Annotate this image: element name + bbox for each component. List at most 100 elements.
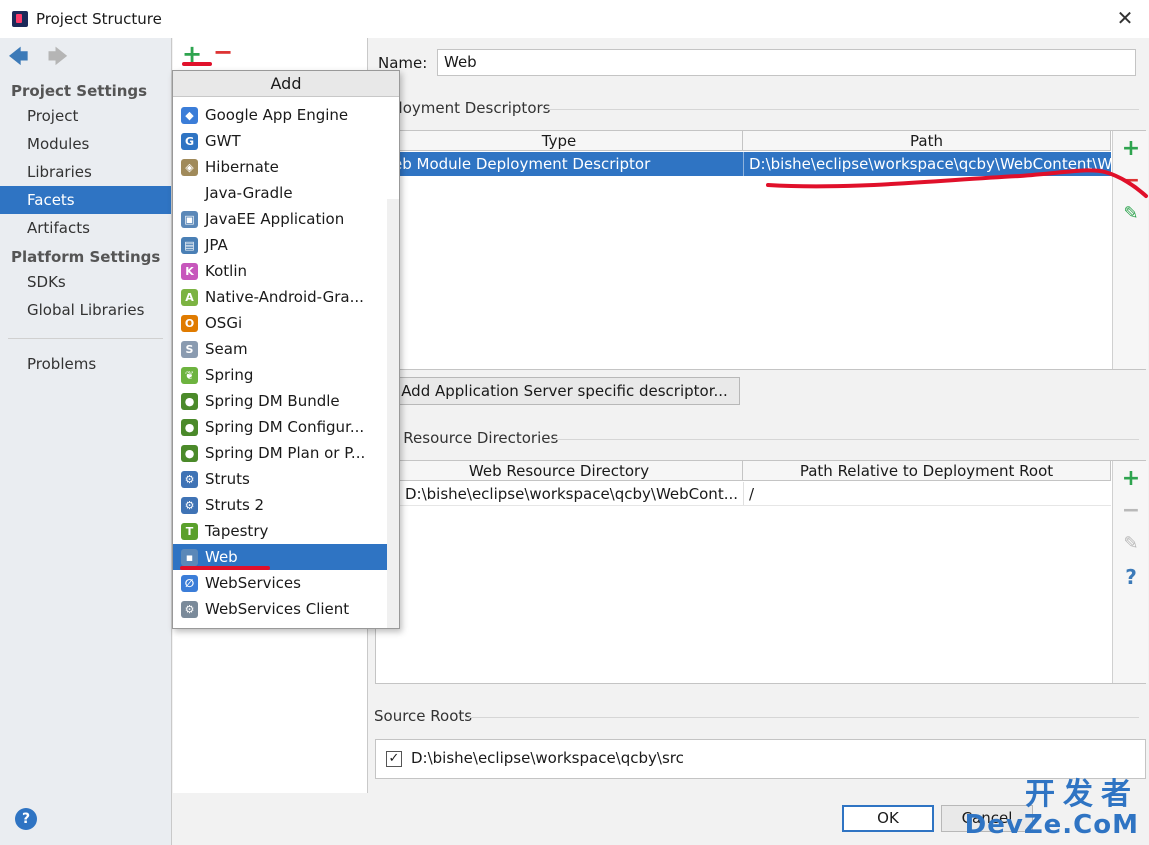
source-roots-title: Source Roots: [374, 707, 473, 725]
seam-icon: S: [181, 341, 198, 358]
web-resource-dir-cell: D:\bishe\eclipse\workspace\qcby\WebCont.…: [405, 485, 739, 503]
facet-name-field[interactable]: Web: [437, 49, 1136, 76]
remove-facet-minus-icon[interactable]: −: [213, 40, 233, 64]
webservices-icon: ∅: [181, 575, 198, 592]
sidebar-item-libraries[interactable]: Libraries: [0, 158, 171, 186]
web-resource-tools: + − ✎ ?: [1112, 461, 1148, 683]
popup-item-label: Java-Gradle: [205, 184, 293, 202]
popup-item-kotlin[interactable]: K Kotlin: [173, 258, 399, 284]
popup-item-label: OSGi: [205, 314, 243, 332]
annotation-scribble: [766, 168, 1148, 198]
popup-item-google-app-engine[interactable]: ◆ Google App Engine: [173, 102, 399, 128]
sidebar-item-project[interactable]: Project: [0, 102, 171, 130]
sidebar-item-facets[interactable]: Facets: [0, 186, 171, 214]
intellij-app-icon: [12, 11, 28, 27]
popup-item-label: Seam: [205, 340, 248, 358]
popup-item-label: WebServices Client: [205, 600, 350, 618]
sidebar-divider: [8, 338, 163, 339]
webservices-client-icon: ⚙: [181, 601, 198, 618]
popup-item-label: Kotlin: [205, 262, 247, 280]
back-arrow-icon[interactable]: 🡄: [8, 46, 29, 66]
popup-item-gwt[interactable]: G GWT: [173, 128, 399, 154]
source-root-path: D:\bishe\eclipse\workspace\qcby\src: [411, 749, 684, 767]
add-web-resource-icon[interactable]: +: [1113, 464, 1149, 494]
remove-web-resource-icon[interactable]: −: [1113, 496, 1149, 526]
popup-item-struts-2[interactable]: ⚙ Struts 2: [173, 492, 399, 518]
web-resource-table: Web Resource Directory Path Relative to …: [375, 460, 1148, 684]
popup-item-label: Struts: [205, 470, 250, 488]
jpa-icon: ▤: [181, 237, 198, 254]
watermark: 开发者 DevZe.CoM: [965, 777, 1139, 840]
popup-item-spring-dm-bundle[interactable]: ● Spring DM Bundle: [173, 388, 399, 414]
sidebar-item-sdks[interactable]: SDKs: [0, 268, 171, 296]
javaee-icon: ▣: [181, 211, 198, 228]
popup-item-label: Spring DM Bundle: [205, 392, 340, 410]
add-server-descriptor-button[interactable]: Add Application Server specific descript…: [389, 377, 740, 405]
annotation-underline: [182, 62, 212, 66]
edit-pencil-icon[interactable]: ✎: [1113, 529, 1149, 559]
tapestry-icon: T: [181, 523, 198, 540]
path-relative-cell: /: [743, 482, 1111, 505]
sidebar-item-problems[interactable]: Problems: [0, 350, 171, 378]
popup-item-label: Spring DM Plan or P...: [205, 444, 366, 462]
popup-item-hibernate[interactable]: ◈ Hibernate: [173, 154, 399, 180]
source-root-checkbox[interactable]: ✓: [386, 751, 402, 767]
popup-item-seam[interactable]: S Seam: [173, 336, 399, 362]
nav-arrows: 🡄 🡆: [8, 46, 82, 68]
table-row[interactable]: D:\bishe\eclipse\workspace\qcby\WebCont.…: [376, 482, 1111, 506]
popup-item-webservices-client[interactable]: ⚙ WebServices Client: [173, 596, 399, 622]
sidebar-item-artifacts[interactable]: Artifacts: [0, 214, 171, 242]
kotlin-icon: K: [181, 263, 198, 280]
popup-item-tapestry[interactable]: T Tapestry: [173, 518, 399, 544]
popup-item-webservices[interactable]: ∅ WebServices: [173, 570, 399, 596]
popup-item-label: Hibernate: [205, 158, 279, 176]
column-header-path-relative[interactable]: Path Relative to Deployment Root: [743, 461, 1111, 481]
watermark-cn: 开发者: [1025, 777, 1139, 812]
forward-arrow-icon[interactable]: 🡆: [47, 46, 68, 66]
descriptor-type-cell: eb Module Deployment Descriptor: [393, 155, 651, 173]
help-icon[interactable]: ?: [15, 808, 37, 830]
sidebar-item-global-libraries[interactable]: Global Libraries: [0, 296, 171, 324]
edit-pencil-icon[interactable]: ✎: [1113, 199, 1149, 229]
column-header-web-resource-directory[interactable]: Web Resource Directory: [376, 461, 743, 481]
group-divider: [554, 439, 1139, 440]
sidebar-item-modules[interactable]: Modules: [0, 130, 171, 158]
struts-gear-icon: ⚙: [181, 497, 198, 514]
settings-sidebar: 🡄 🡆 Project Settings Project Modules Lib…: [0, 38, 172, 845]
spring-dm-icon: ●: [181, 393, 198, 410]
popup-item-spring-dm-configur[interactable]: ● Spring DM Configur...: [173, 414, 399, 440]
column-header-type[interactable]: Type: [376, 131, 743, 151]
popup-item-struts[interactable]: ⚙ Struts: [173, 466, 399, 492]
popup-item-java-gradle[interactable]: Java-Gradle: [173, 180, 399, 206]
group-divider: [469, 717, 1139, 718]
osgi-icon: O: [181, 315, 198, 332]
popup-item-javaee-application[interactable]: ▣ JavaEE Application: [173, 206, 399, 232]
popup-item-native-android-gra[interactable]: A Native-Android-Gra...: [173, 284, 399, 310]
group-divider: [545, 109, 1139, 110]
popup-item-label: JPA: [205, 236, 228, 254]
popup-item-spring[interactable]: ❦ Spring: [173, 362, 399, 388]
popup-item-label: Web: [205, 548, 238, 566]
gwt-icon: G: [181, 133, 198, 150]
close-icon[interactable]: ✕: [1113, 6, 1137, 30]
popup-item-label: Tapestry: [205, 522, 269, 540]
spring-dm-icon: ●: [181, 419, 198, 436]
popup-item-jpa[interactable]: ▤ JPA: [173, 232, 399, 258]
deployment-descriptors-title: ployment Descriptors: [389, 99, 551, 117]
popup-scrollbar[interactable]: [387, 199, 399, 628]
ok-button[interactable]: OK: [842, 805, 934, 832]
google-app-engine-icon: ◆: [181, 107, 198, 124]
popup-title: Add: [173, 71, 399, 97]
web-resource-directories-title: b Resource Directories: [389, 429, 559, 447]
hibernate-icon: ◈: [181, 159, 198, 176]
column-header-path[interactable]: Path: [743, 131, 1111, 151]
popup-item-spring-dm-plan-or-p[interactable]: ● Spring DM Plan or P...: [173, 440, 399, 466]
help-question-icon[interactable]: ?: [1113, 562, 1149, 592]
android-icon: A: [181, 289, 198, 306]
project-settings-header: Project Settings: [11, 82, 148, 100]
struts-gear-icon: ⚙: [181, 471, 198, 488]
add-facet-popup: Add ◆ Google App Engine G GWT ◈ Hibernate Java…: [172, 70, 400, 629]
popup-item-osgi[interactable]: O OSGi: [173, 310, 399, 336]
popup-item-label: Spring: [205, 366, 254, 384]
popup-item-label: Google App Engine: [205, 106, 349, 124]
